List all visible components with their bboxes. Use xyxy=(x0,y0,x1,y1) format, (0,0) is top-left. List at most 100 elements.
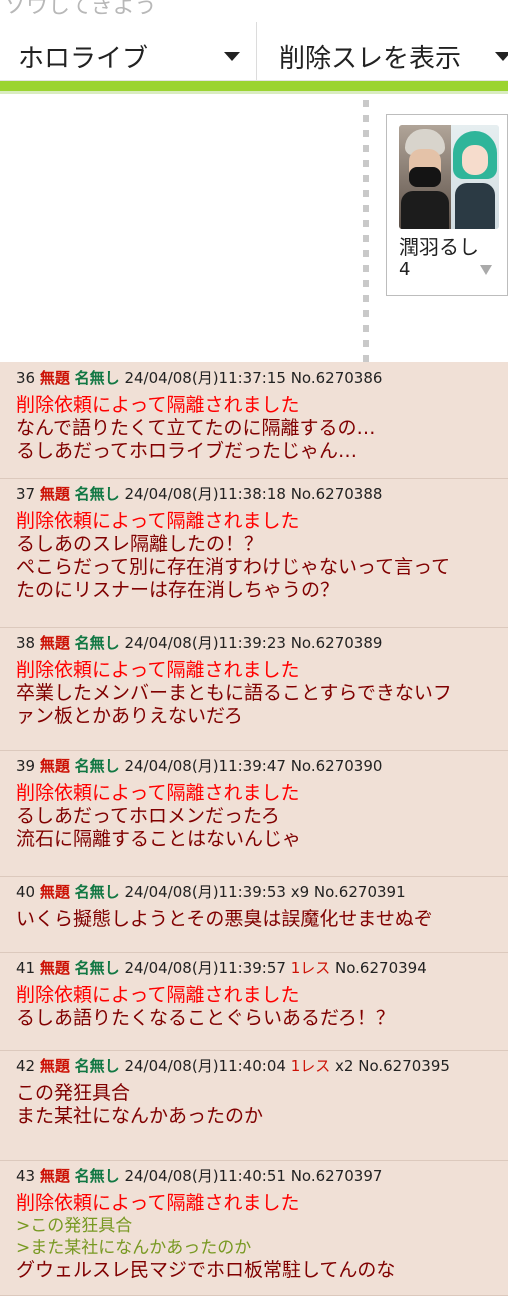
post-no[interactable]: No.6270388 xyxy=(291,485,383,503)
post-datetime: 24/04/08(月)11:39:53 xyxy=(124,883,286,901)
post-no[interactable]: No.6270386 xyxy=(291,369,383,387)
post-text-line: ァン板とかありえないだろ xyxy=(16,705,243,727)
reply-post: 41 無題 名無し 24/04/08(月)11:39:57 1レス No.627… xyxy=(0,952,508,1051)
post-number: 39 xyxy=(16,757,36,775)
post-no[interactable]: No.6270395 xyxy=(358,1057,450,1075)
post-text-line: 卒業したメンバーまともに語ることすらできないフ xyxy=(16,682,452,704)
post-no[interactable]: No.6270389 xyxy=(291,634,383,652)
post-name: 名無し xyxy=(74,1057,120,1075)
post-number: 40 xyxy=(16,883,36,901)
post-number: 41 xyxy=(16,959,36,977)
reply-post: 40 無題 名無し 24/04/08(月)11:39:53 x9 No.6270… xyxy=(0,876,508,953)
post-name: 名無し xyxy=(74,757,120,775)
post-datetime: 24/04/08(月)11:39:57 xyxy=(124,959,286,977)
post-name: 名無し xyxy=(74,485,120,503)
thread-card-count: 4 xyxy=(399,259,411,280)
post-text-line: この発狂具合 xyxy=(16,1082,131,1104)
chevron-down-icon[interactable] xyxy=(480,265,492,275)
isolation-notice: 削除依頼によって隔離されました xyxy=(16,394,300,416)
post-text-line: るしあ語りたくなることぐらいあるだろ！？ xyxy=(16,1007,395,1029)
catalog-divider xyxy=(363,100,369,362)
post-header: 38 無題 名無し 24/04/08(月)11:39:23 No.6270389 xyxy=(16,632,382,653)
post-body: 削除依頼によって隔離されました >この発狂具合 >また某社になんかあったのか グウェル… xyxy=(16,1192,395,1282)
isolation-notice: 削除依頼によって隔離されました xyxy=(16,984,300,1006)
post-reply-count[interactable]: 1レス xyxy=(291,959,331,977)
thread-thumbnail[interactable] xyxy=(399,125,499,229)
chevron-down-icon xyxy=(224,52,240,61)
post-subject: 無題 xyxy=(39,634,70,652)
post-datetime: 24/04/08(月)11:40:51 xyxy=(124,1167,286,1185)
post-header: 41 無題 名無し 24/04/08(月)11:39:57 1レス No.627… xyxy=(16,957,427,978)
post-number: 37 xyxy=(16,485,36,503)
thread-card[interactable]: 潤羽るし 4 xyxy=(386,114,508,296)
post-body: 削除依頼によって隔離されました なんで語りたくて立てたのに隔離するの… るしあだって… xyxy=(16,394,375,463)
board-select[interactable]: ホロライブ xyxy=(18,32,246,74)
post-number: 36 xyxy=(16,369,36,387)
reply-post: 36 無題 名無し 24/04/08(月)11:37:15 No.6270386… xyxy=(0,362,508,479)
post-no[interactable]: No.6270390 xyxy=(291,757,383,775)
post-header: 40 無題 名無し 24/04/08(月)11:39:53 x9 No.6270… xyxy=(16,881,406,902)
post-header: 37 無題 名無し 24/04/08(月)11:38:18 No.6270388 xyxy=(16,483,382,504)
post-no[interactable]: No.6270391 xyxy=(314,883,406,901)
post-text-line: ぺこらだって別に存在消すわけじゃないって言って xyxy=(16,556,451,578)
post-body: 削除依頼によって隔離されました 卒業したメンバーまともに語ることすらできないフ ァン… xyxy=(16,659,452,728)
post-body: この発狂具合 また某社になんかあったのか xyxy=(16,1082,263,1128)
post-text-line: いくら擬態しようとその悪臭は誤魔化せませぬぞ xyxy=(16,908,433,930)
post-header: 36 無題 名無し 24/04/08(月)11:37:15 No.6270386 xyxy=(16,367,382,388)
reply-post: 37 無題 名無し 24/04/08(月)11:38:18 No.6270388… xyxy=(0,478,508,628)
reply-post: 39 無題 名無し 24/04/08(月)11:39:47 No.6270390… xyxy=(0,750,508,877)
chevron-down-icon xyxy=(495,52,508,61)
post-subject: 無題 xyxy=(39,485,70,503)
post-header: 39 無題 名無し 24/04/08(月)11:39:47 No.6270390 xyxy=(16,755,382,776)
deleted-filter-select[interactable]: 削除スレを表示 xyxy=(256,22,508,80)
post-body: 削除依頼によって隔離されました るしあ語りたくなることぐらいあるだろ！？ xyxy=(16,984,395,1030)
quote-line: >この発狂具合 xyxy=(16,1216,133,1236)
reply-list: 36 無題 名無し 24/04/08(月)11:37:15 No.6270386… xyxy=(0,362,508,1296)
post-reply-count[interactable]: 1レス xyxy=(291,1057,331,1075)
post-datetime: 24/04/08(月)11:39:47 xyxy=(124,757,286,775)
post-datetime: 24/04/08(月)11:38:18 xyxy=(124,485,286,503)
board-select-label: ホロライブ xyxy=(18,44,149,74)
top-partial-bar: ソウしてきよう xyxy=(0,0,508,22)
post-subject: 無題 xyxy=(39,883,70,901)
reply-post: 43 無題 名無し 24/04/08(月)11:40:51 No.6270397… xyxy=(0,1160,508,1296)
post-subject: 無題 xyxy=(39,1167,70,1185)
deleted-filter-label: 削除スレを表示 xyxy=(279,44,462,74)
isolation-notice: 削除依頼によって隔離されました xyxy=(16,1192,300,1214)
post-text-line: グウェルスレ民マジでホロ板常駐してんのな xyxy=(16,1259,396,1281)
post-name: 名無し xyxy=(74,634,120,652)
isolation-notice: 削除依頼によって隔離されました xyxy=(16,782,300,804)
reply-post: 38 無題 名無し 24/04/08(月)11:39:23 No.6270389… xyxy=(0,627,508,751)
thread-catalog-area: 潤羽るし 4 xyxy=(0,94,508,362)
post-number: 38 xyxy=(16,634,36,652)
isolation-notice: 削除依頼によって隔離されました xyxy=(16,659,300,681)
selector-bar: ホロライブ 削除スレを表示 xyxy=(0,22,508,81)
accent-bar xyxy=(0,81,508,91)
top-partial-text: ソウしてきよう xyxy=(4,0,157,19)
post-no[interactable]: No.6270394 xyxy=(335,959,427,977)
isolation-notice: 削除依頼によって隔離されました xyxy=(16,510,300,532)
post-text-line: るしあだってホロメンだったろ xyxy=(16,805,280,827)
thread-card-title: 潤羽るし xyxy=(399,235,479,259)
post-number: 42 xyxy=(16,1057,36,1075)
post-text-line: なんで語りたくて立てたのに隔離するの… xyxy=(16,417,376,439)
post-soudane[interactable]: x2 xyxy=(335,1057,353,1075)
post-body: 削除依頼によって隔離されました るしあだってホロメンだったろ 流石に隔離することはな… xyxy=(16,782,301,851)
post-datetime: 24/04/08(月)11:39:23 xyxy=(124,634,286,652)
post-name: 名無し xyxy=(74,1167,120,1185)
post-text-line: 流石に隔離することはないんじゃ xyxy=(16,828,302,850)
post-datetime: 24/04/08(月)11:37:15 xyxy=(124,369,286,387)
post-number: 43 xyxy=(16,1167,36,1185)
post-body: 削除依頼によって隔離されました るしあのスレ隔離したの！？ ぺこらだって別に存在消す… xyxy=(16,510,450,602)
post-soudane[interactable]: x9 xyxy=(291,883,309,901)
post-no[interactable]: No.6270397 xyxy=(291,1167,383,1185)
post-name: 名無し xyxy=(74,369,120,387)
post-text-line: たのにリスナーは存在消しちゃうの？ xyxy=(16,579,340,601)
post-name: 名無し xyxy=(74,883,120,901)
post-subject: 無題 xyxy=(39,959,70,977)
post-header: 43 無題 名無し 24/04/08(月)11:40:51 No.6270397 xyxy=(16,1165,382,1186)
post-subject: 無題 xyxy=(39,757,70,775)
post-subject: 無題 xyxy=(39,1057,70,1075)
post-subject: 無題 xyxy=(39,369,70,387)
quote-line: >また某社になんかあったのか xyxy=(16,1238,252,1258)
